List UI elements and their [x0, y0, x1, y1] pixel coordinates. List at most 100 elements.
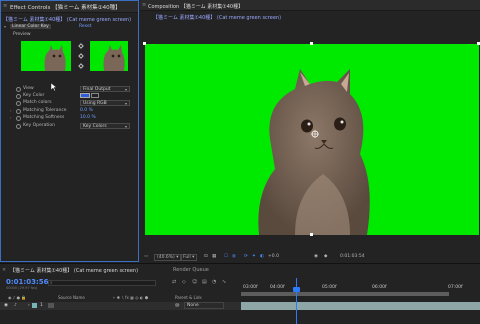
pick-whip-icon[interactable]: @ — [175, 303, 180, 308]
ruler-label: 04:00f — [270, 285, 285, 290]
twirl-right-icon[interactable]: › — [10, 108, 12, 113]
viewer-timecode[interactable]: 0:01:03:54 — [340, 254, 365, 259]
add-eyedropper-icon[interactable] — [78, 53, 84, 59]
zoom-value: (40.6%) — [157, 255, 175, 260]
current-time-display[interactable]: 0:01:03:56 — [6, 278, 49, 286]
twirl-down-icon[interactable]: ▾ — [4, 24, 6, 29]
effect-name[interactable]: Linear Color Key — [10, 24, 51, 29]
property-matching-softness: › Matching Softness 10.0 % — [1, 115, 138, 122]
parent-dropdown[interactable]: None — [184, 302, 224, 309]
exposure-value[interactable]: +0.0 — [268, 254, 279, 259]
property-label: Key Color — [23, 93, 45, 98]
stopwatch-icon[interactable] — [16, 101, 21, 106]
timeline-panel: × 【猫ミーム 素材集①40種】 (Cat meme green screen)… — [0, 263, 480, 324]
key-color-swatch[interactable] — [80, 93, 90, 98]
key-operation-dropdown[interactable]: Key Colors ▾ — [80, 123, 130, 129]
motion-blur-icon[interactable]: ◔ — [212, 279, 216, 285]
zoom-dropdown[interactable]: (40.6%) ▾ — [154, 254, 182, 261]
av-features-header: ◉ ♪ ● 🔒 — [8, 295, 27, 300]
property-label: Matching Tolerance — [23, 108, 67, 113]
property-label: View — [23, 86, 34, 91]
composition-mini-flowchart-icon[interactable]: ⇄ — [172, 279, 176, 285]
region-of-interest-icon[interactable]: ⊡ — [204, 254, 208, 259]
composition-tabbar: ≡ Composition 【猫ミーム 素材集①40種】 — [140, 0, 480, 11]
selection-handle[interactable] — [310, 233, 313, 236]
property-label: Match colors — [23, 100, 52, 105]
resolution-value: Full — [183, 255, 191, 260]
selection-handle[interactable] — [310, 42, 313, 45]
reset-button[interactable]: Reset — [79, 24, 92, 29]
twirl-right-icon[interactable]: › — [10, 115, 12, 120]
effect-source-label: 【猫ミーム 素材集①40種】 (Cat meme green screen) — [3, 17, 132, 23]
search-icon: ⌕ — [50, 281, 53, 286]
panel-menu-icon[interactable]: ≡ — [3, 3, 7, 9]
work-area-bar[interactable] — [241, 292, 449, 296]
always-preview-icon[interactable]: ▭ — [144, 254, 148, 259]
stopwatch-icon[interactable] — [16, 109, 21, 114]
tolerance-value[interactable]: 0.0 % — [80, 108, 93, 113]
timeline-tab[interactable]: 【猫ミーム 素材集①40種】 (Cat meme green screen) — [10, 267, 138, 274]
layer-label-color[interactable] — [32, 303, 37, 308]
layer-index: 1 — [40, 303, 43, 308]
stopwatch-icon[interactable] — [16, 124, 21, 129]
ruler-label: 05:00f — [322, 285, 337, 290]
audio-icon[interactable]: ♪ — [14, 303, 17, 308]
chevron-down-icon: ▾ — [124, 101, 127, 106]
draft-3d-icon[interactable]: ◇ — [182, 279, 186, 285]
stopwatch-icon[interactable] — [16, 94, 21, 99]
effect-controls-tab[interactable]: Effect Controls 【猫ミーム 素材集①40種】 — [10, 3, 121, 11]
frame-rate-info: 00000 (29.97 fps) — [6, 286, 38, 290]
property-match-colors: Match colors Using RGB ▾ — [1, 100, 138, 107]
layer-search-input[interactable]: ⌕ — [48, 280, 156, 286]
composition-panel: ≡ Composition 【猫ミーム 素材集①40種】 【猫ミーム 素材集①4… — [140, 0, 480, 262]
stopwatch-icon[interactable] — [16, 87, 21, 92]
property-label: Key Operation — [23, 123, 55, 128]
3d-view-icon[interactable]: ⟳ — [244, 254, 248, 259]
dropdown-value: Final Output — [83, 87, 111, 92]
selection-handle[interactable] — [143, 42, 146, 45]
shy-layers-icon[interactable]: ☺ — [192, 279, 197, 285]
resolution-dropdown[interactable]: Full ▾ — [180, 254, 198, 261]
composition-tab[interactable]: Composition 【猫ミーム 素材集①40種】 — [148, 3, 243, 10]
snapshot-icon[interactable]: ◉ — [314, 254, 318, 259]
switches-header: ⚬ ✱ ∖ fx ▦ ◎ ◐ ⬢ — [112, 295, 149, 300]
property-label: Matching Softness — [23, 115, 65, 120]
rgb-channel-icon[interactable]: ◍ — [232, 254, 236, 259]
source-name-header[interactable]: Source Name — [58, 295, 85, 300]
eyedropper-icon[interactable] — [78, 43, 84, 49]
preview-source-thumbnail — [21, 41, 71, 71]
chevron-down-icon: ▾ — [124, 124, 127, 129]
visibility-eye-icon[interactable]: ◉ — [4, 303, 8, 308]
transparency-grid-icon[interactable]: ▦ — [212, 254, 216, 259]
preview-result-thumbnail — [90, 41, 128, 71]
close-icon[interactable]: × — [2, 267, 6, 273]
composition-sub-tab[interactable]: 【猫ミーム 素材集①40種】 (Cat meme green screen) — [153, 14, 281, 21]
footage-icon — [48, 303, 54, 308]
graph-editor-icon[interactable]: ∿ — [222, 279, 226, 285]
fast-preview-icon[interactable]: ✦ — [252, 254, 256, 259]
effect-controls-panel: ≡ Effect Controls 【猫ミーム 素材集①40種】 【猫ミーム 素… — [0, 0, 139, 262]
layer-twirl-icon[interactable]: › — [28, 303, 30, 308]
frame-blending-icon[interactable]: ▤ — [202, 279, 207, 285]
mask-visibility-icon[interactable]: ☐ — [224, 254, 228, 259]
show-snapshot-icon[interactable]: ◆ — [324, 254, 327, 259]
current-time-indicator[interactable] — [296, 278, 297, 324]
render-queue-tab[interactable]: Render Queue — [173, 267, 209, 273]
match-colors-dropdown[interactable]: Using RGB ▾ — [80, 100, 130, 106]
panel-menu-icon[interactable]: ≡ — [142, 2, 146, 8]
composition-viewer[interactable] — [143, 42, 480, 236]
parent-value: None — [187, 303, 199, 308]
effect-header-row: ▾ Linear Color Key Reset — [1, 24, 138, 31]
parent-link-header: Parent & Link — [175, 295, 202, 300]
stopwatch-icon[interactable] — [16, 116, 21, 121]
color-picker-icon[interactable] — [91, 93, 99, 98]
view-dropdown[interactable]: Final Output ▾ — [80, 86, 130, 92]
property-view: View Final Output ▾ — [1, 86, 138, 93]
effect-controls-tabbar: ≡ Effect Controls 【猫ミーム 素材集①40種】 — [1, 1, 138, 13]
softness-value[interactable]: 10.0 % — [80, 115, 96, 120]
exposure-icon[interactable]: ◐ — [260, 254, 264, 259]
mouse-cursor-icon — [51, 83, 57, 91]
subtract-eyedropper-icon[interactable] — [78, 63, 84, 69]
layer-duration-bar[interactable] — [241, 302, 480, 310]
chevron-down-icon: ▾ — [124, 87, 127, 92]
